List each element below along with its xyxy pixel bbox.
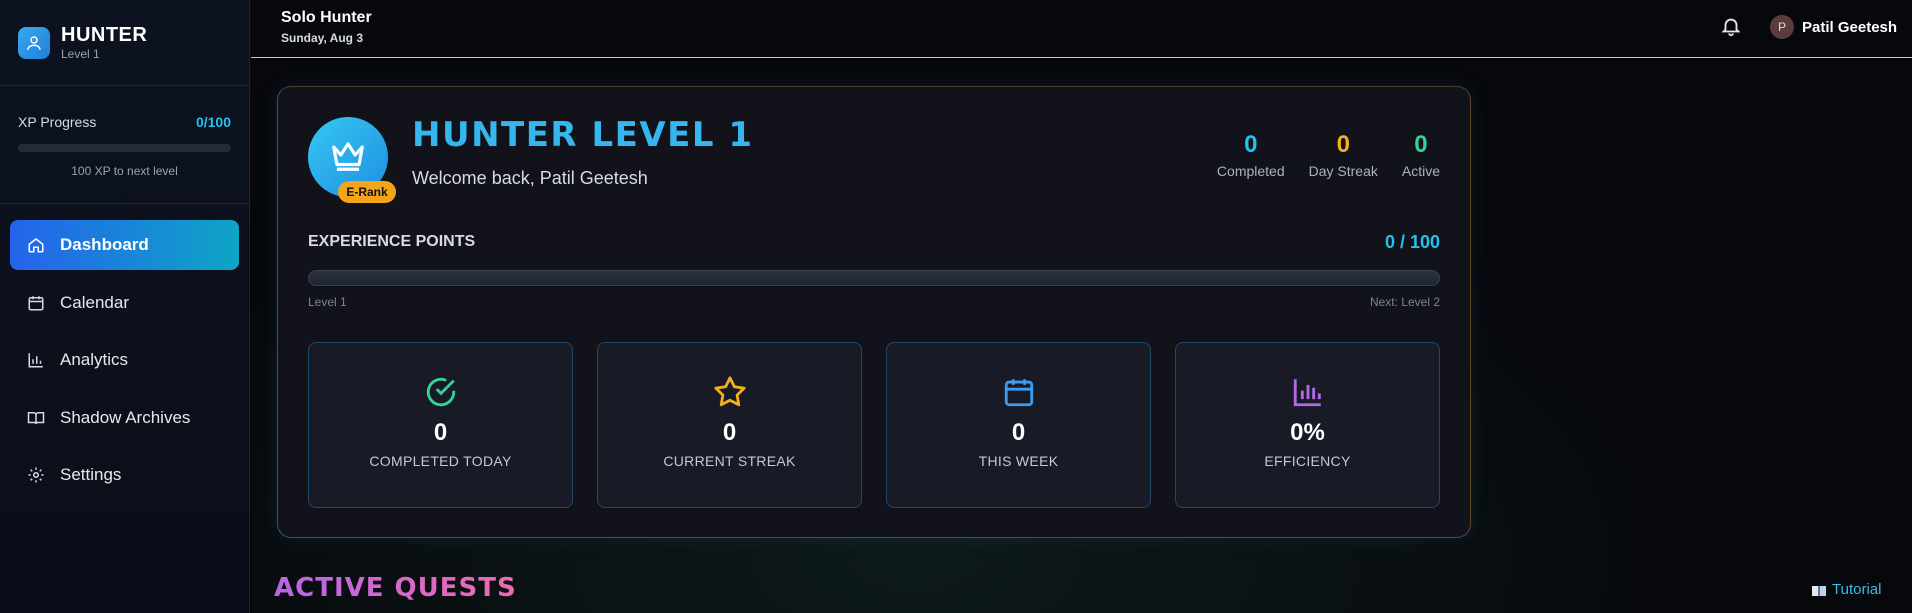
hunter-level-card: E-Rank HUNTER LEVEL 1 Welcome back, Pati… bbox=[277, 86, 1471, 538]
stat-day-streak: 0 Day Streak bbox=[1309, 131, 1378, 179]
welcome-message: Welcome back, Patil Geetesh bbox=[412, 168, 648, 188]
check-circle-icon bbox=[424, 375, 458, 409]
xp-value: 0/100 bbox=[195, 114, 231, 130]
brand: HUNTER Level 1 bbox=[0, 0, 249, 86]
xp-progress-bar bbox=[18, 144, 231, 152]
active-quests-heading: ACTIVE QUESTS bbox=[274, 573, 517, 603]
rank-badge: E-Rank bbox=[338, 181, 396, 203]
xp-progress: XP Progress 0/100 100 XP to next level bbox=[0, 86, 249, 204]
hero-title: HUNTER LEVEL 1 bbox=[412, 115, 754, 155]
stat-value: 0 bbox=[1244, 131, 1258, 158]
card-value: 0 bbox=[433, 419, 448, 446]
tutorial-label: Tutorial bbox=[1832, 581, 1882, 598]
stat-label: Active bbox=[1401, 163, 1440, 179]
card-efficiency: 0% EFFICIENCY bbox=[1175, 342, 1440, 508]
bell-icon[interactable] bbox=[1720, 15, 1742, 37]
sidebar-nav: Dashboard Calendar Analytics Shadow Arch… bbox=[0, 204, 249, 500]
user-menu[interactable]: P Patil Geetesh bbox=[1770, 15, 1897, 39]
next-level-label: Next: Level 2 bbox=[1369, 295, 1440, 309]
stat-completed: 0 Completed bbox=[1217, 131, 1285, 179]
user-icon bbox=[18, 26, 50, 59]
app-name: HUNTER bbox=[61, 24, 148, 46]
gear-icon bbox=[26, 465, 46, 485]
card-label: THIS WEEK bbox=[978, 453, 1059, 469]
sidebar-item-label: Calendar bbox=[60, 292, 129, 312]
xp-label: XP Progress bbox=[18, 114, 97, 130]
sidebar-item-shadow-archives[interactable]: Shadow Archives bbox=[10, 393, 239, 443]
card-current-streak: 0 CURRENT STREAK bbox=[597, 342, 862, 508]
star-icon bbox=[713, 375, 747, 409]
home-icon bbox=[26, 235, 46, 255]
bar-chart-icon bbox=[26, 350, 46, 370]
card-label: CURRENT STREAK bbox=[663, 453, 796, 469]
sidebar-item-settings[interactable]: Settings bbox=[10, 450, 239, 500]
card-value: 0 bbox=[722, 419, 737, 446]
stat-label: Completed bbox=[1216, 163, 1285, 179]
experience-progress-bar bbox=[308, 270, 1440, 286]
experience-label: EXPERIENCE POINTS bbox=[308, 233, 476, 250]
sidebar-item-label: Dashboard bbox=[60, 235, 149, 254]
calendar-icon bbox=[1002, 375, 1036, 409]
card-label: EFFICIENCY bbox=[1264, 453, 1351, 469]
tutorial-link[interactable]: Tutorial bbox=[1812, 581, 1881, 598]
sidebar-item-label: Analytics bbox=[60, 350, 129, 370]
stat-label: Day Streak bbox=[1308, 163, 1378, 179]
sidebar-item-dashboard[interactable]: Dashboard bbox=[10, 220, 239, 270]
crown-icon bbox=[329, 136, 367, 179]
stat-cards: 0 COMPLETED TODAY 0 CURRENT STREAK 0 THI… bbox=[308, 342, 1440, 508]
card-completed-today: 0 COMPLETED TODAY bbox=[308, 342, 573, 508]
stat-active: 0 Active bbox=[1402, 131, 1440, 179]
book-icon bbox=[1812, 584, 1826, 596]
avatar: P bbox=[1770, 15, 1794, 39]
xp-note: 100 XP to next level bbox=[71, 164, 178, 178]
stat-value: 0 bbox=[1414, 131, 1428, 158]
stat-value: 0 bbox=[1336, 131, 1350, 158]
card-value: 0% bbox=[1290, 419, 1325, 446]
app-level: Level 1 bbox=[61, 47, 100, 61]
top-bar: Solo Hunter Sunday, Aug 3 P Patil Geetes… bbox=[251, 0, 1912, 58]
experience-value: 0 / 100 bbox=[1384, 232, 1440, 252]
calendar-icon bbox=[26, 293, 46, 313]
card-label: COMPLETED TODAY bbox=[369, 453, 512, 469]
sidebar-item-label: Shadow Archives bbox=[60, 407, 191, 427]
card-this-week: 0 THIS WEEK bbox=[886, 342, 1151, 508]
page-title: Solo Hunter bbox=[281, 9, 372, 26]
sidebar-item-label: Settings bbox=[60, 465, 122, 485]
user-name: Patil Geetesh bbox=[1802, 18, 1898, 36]
sidebar: HUNTER Level 1 XP Progress 0/100 100 XP … bbox=[0, 0, 250, 613]
bar-chart-icon bbox=[1291, 375, 1325, 409]
page-date: Sunday, Aug 3 bbox=[281, 31, 364, 45]
current-level-label: Level 1 bbox=[308, 295, 347, 309]
sidebar-item-calendar[interactable]: Calendar bbox=[10, 278, 239, 328]
card-value: 0 bbox=[1011, 419, 1026, 446]
book-icon bbox=[26, 408, 46, 428]
sidebar-item-analytics[interactable]: Analytics bbox=[10, 335, 239, 385]
hero-stats: 0 Completed 0 Day Streak 0 Active bbox=[1193, 131, 1440, 179]
